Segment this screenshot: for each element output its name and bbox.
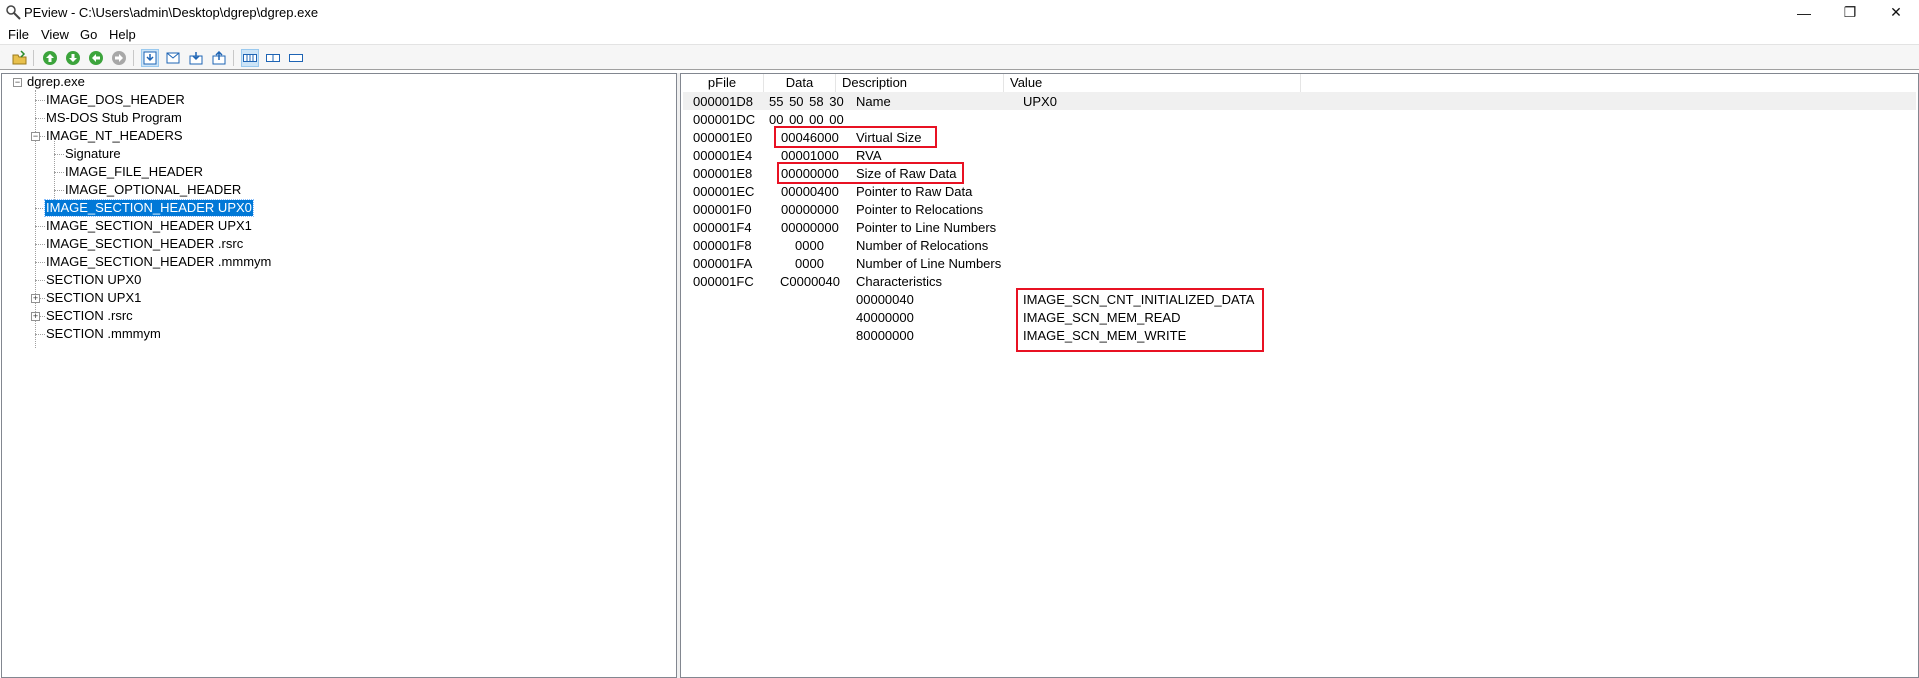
highlight-characteristics-flags [1016,288,1264,352]
cell-pfile: 000001FC [693,274,754,289]
cell-pfile: 000001D8 [693,94,753,109]
tree-item-section-rsrc[interactable]: SECTION .rsrc [46,308,133,324]
cell-description: 80000000 [856,328,914,343]
forward-icon[interactable] [64,49,82,67]
view-byte-icon[interactable] [241,49,259,67]
next-icon[interactable] [110,49,128,67]
view-word-icon[interactable] [264,49,282,67]
menu-go[interactable]: Go [80,27,97,42]
title-bar: PEview - C:\Users\admin\Desktop\dgrep\dg… [0,0,1919,25]
import-icon[interactable] [187,49,205,67]
tree-item-section-header-mmmym[interactable]: IMAGE_SECTION_HEADER .mmmym [46,254,271,270]
highlight-virtual-size [774,126,937,148]
menu-file[interactable]: File [8,27,29,42]
cell-data: 00000400 [781,184,839,199]
tree-item-signature[interactable]: Signature [65,146,121,162]
tree-item-section-header-upx1[interactable]: IMAGE_SECTION_HEADER UPX1 [46,218,252,234]
cell-data: 0000 [795,238,824,253]
tree-item-dos-stub[interactable]: MS-DOS Stub Program [46,110,182,126]
tree-item-section-header-rsrc[interactable]: IMAGE_SECTION_HEADER .rsrc [46,236,243,252]
tree-item-dos-header[interactable]: IMAGE_DOS_HEADER [46,92,185,108]
header-icon[interactable] [164,49,182,67]
cell-pfile: 000001E0 [693,130,753,145]
cell-pfile: 000001EC [693,184,755,199]
view-dword-icon[interactable] [287,49,305,67]
column-header-data[interactable]: Data [764,74,836,92]
section-icon[interactable] [141,49,159,67]
tree-pane[interactable]: − dgrep.exe IMAGE_DOS_HEADER MS-DOS Stub… [1,73,677,678]
cell-description: 40000000 [856,310,914,325]
cell-data: 00000000 [781,220,839,235]
close-button[interactable]: ✕ [1873,0,1919,25]
menu-help[interactable]: Help [109,27,136,42]
column-header-value[interactable]: Value [1004,74,1301,92]
cell-pfile: 000001FA [693,256,753,271]
tree-item-section-header-upx0[interactable]: IMAGE_SECTION_HEADER UPX0 [44,199,254,217]
collapse-nt-headers-icon[interactable]: − [31,132,40,141]
cell-pfile: 000001DC [693,112,756,127]
expand-section-rsrc-icon[interactable]: + [31,312,40,321]
open-file-icon[interactable] [11,49,29,67]
cell-description: Pointer to Relocations [856,202,984,217]
column-header-description[interactable]: Description [836,74,1004,92]
cell-description: Characteristics [856,274,942,289]
cell-description: Number of Line Numbers [856,256,1002,271]
app-magnifier-icon [6,5,21,20]
window-title: PEview - C:\Users\admin\Desktop\dgrep\dg… [24,5,319,20]
cell-pfile: 000001F8 [693,238,752,253]
detail-pane: pFile Data Description Value 000001D8 55… [680,73,1919,678]
toolbar [0,44,1919,70]
maximize-button[interactable]: ❐ [1827,0,1873,25]
tree-item-section-mmmym[interactable]: SECTION .mmmym [46,326,161,342]
menu-view[interactable]: View [41,27,69,42]
cell-description: Pointer to Line Numbers [856,220,997,235]
cell-pfile: 000001F0 [693,202,752,217]
back-icon[interactable] [41,49,59,67]
tree-item-section-upx1[interactable]: SECTION UPX1 [46,290,141,306]
cell-data: 55 50 58 30 [769,94,844,109]
tree-item-section-upx0[interactable]: SECTION UPX0 [46,272,141,288]
menu-bar: File View Go Help [0,25,1919,44]
cell-pfile: 000001E8 [693,166,753,181]
column-header-pfile[interactable]: pFile [681,74,764,92]
tree-item-nt-headers[interactable]: IMAGE_NT_HEADERS [46,128,183,144]
highlight-size-of-raw-data [777,162,964,184]
tree-item-optional-header[interactable]: IMAGE_OPTIONAL_HEADER [65,182,241,198]
cell-value: UPX0 [1023,94,1057,109]
cell-data: C0000040 [780,274,840,289]
cell-data: 00000000 [781,202,839,217]
cell-data: 0000 [795,256,824,271]
minimize-button[interactable]: — [1781,0,1827,25]
cell-description: 00000040 [856,292,914,307]
cell-pfile: 000001E4 [693,148,753,163]
tree-item-file-header[interactable]: IMAGE_FILE_HEADER [65,164,203,180]
previous-icon[interactable] [87,49,105,67]
tree-root[interactable]: dgrep.exe [27,74,85,90]
cell-description: Pointer to Raw Data [856,184,973,199]
export-icon[interactable] [210,49,228,67]
cell-pfile: 000001F4 [693,220,752,235]
cell-description: Name [856,94,891,109]
expand-section-upx1-icon[interactable]: + [31,294,40,303]
cell-description: Number of Relocations [856,238,989,253]
collapse-root-icon[interactable]: − [13,78,22,87]
